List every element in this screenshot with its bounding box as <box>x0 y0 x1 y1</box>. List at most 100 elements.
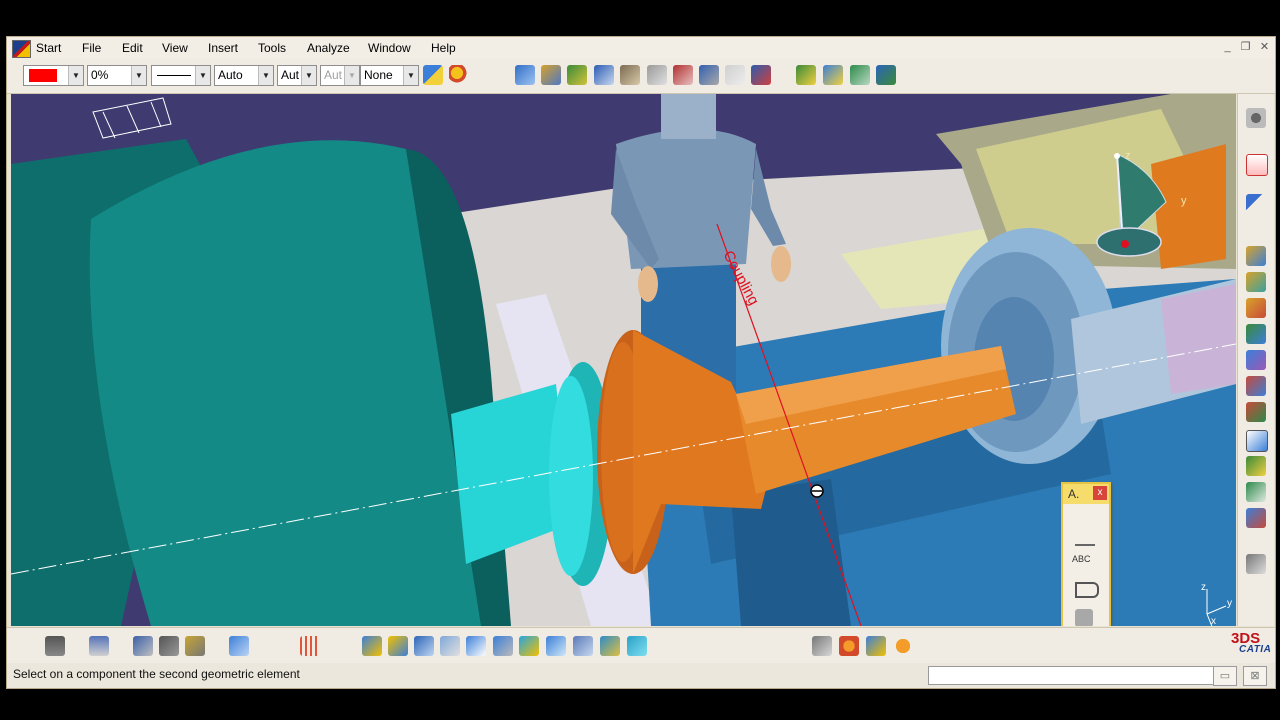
catia-app-icon[interactable] <box>12 40 31 58</box>
3d-viewport[interactable]: Coupling z y z y x A. x ABC <box>11 94 1236 626</box>
hand-annotation-icon[interactable] <box>1075 609 1093 626</box>
line-weight-combo[interactable]: Aut ▼ <box>277 65 317 86</box>
triad-x-label: x <box>1211 616 1216 626</box>
trash-icon[interactable] <box>185 636 205 656</box>
measure-icon[interactable] <box>647 65 667 85</box>
section-icon[interactable] <box>699 65 719 85</box>
menu-tools[interactable]: Tools <box>258 41 286 55</box>
right-shaft-end <box>1161 284 1236 394</box>
sun-light-icon[interactable] <box>839 636 859 656</box>
chevron-down-icon: ▼ <box>131 66 146 85</box>
selection-icon[interactable] <box>725 65 745 85</box>
menu-start[interactable]: Start <box>36 41 61 55</box>
chevron-down-icon: ▼ <box>301 66 316 85</box>
menu-bar: Start File Edit View Insert Tools Analyz… <box>7 37 1275 59</box>
assembly-constraint-icon[interactable] <box>515 65 535 85</box>
isometric-icon[interactable] <box>519 636 539 656</box>
compass-z-label: z <box>1125 150 1131 162</box>
settings-cog-icon[interactable] <box>1246 508 1266 528</box>
normal-view-icon[interactable] <box>414 636 434 656</box>
components-icon[interactable] <box>567 65 587 85</box>
command-execute-button[interactable]: ⊠ <box>1243 666 1267 686</box>
scenes-icon[interactable] <box>876 65 896 85</box>
leader-line-icon[interactable] <box>1075 524 1095 546</box>
menu-edit[interactable]: Edit <box>122 41 143 55</box>
render-style-icon[interactable] <box>546 636 566 656</box>
rotate-icon[interactable] <box>440 636 460 656</box>
flag-icon[interactable] <box>1246 456 1266 476</box>
fill-color-combo[interactable]: ▼ <box>23 65 84 86</box>
explode-icon[interactable] <box>751 65 771 85</box>
multi-instantiation-icon[interactable] <box>1246 402 1266 422</box>
zoom-out-icon[interactable] <box>466 636 486 656</box>
update-icon[interactable] <box>796 65 816 85</box>
cube-view-icon[interactable] <box>493 636 513 656</box>
point-symbol-value: Aut <box>324 68 343 82</box>
layer-value: None <box>364 68 393 82</box>
plane-icon[interactable] <box>229 636 249 656</box>
menu-view[interactable]: View <box>162 41 188 55</box>
clash-icon[interactable] <box>673 65 693 85</box>
zoom-in-icon[interactable] <box>388 636 408 656</box>
gear-offset-icon[interactable] <box>1246 272 1266 292</box>
format-painter-icon[interactable] <box>449 65 469 85</box>
line-type-combo[interactable]: ▼ <box>151 65 211 86</box>
annotation-toolbar: A. x ABC <box>1061 482 1111 626</box>
flag-note-icon[interactable] <box>1075 582 1099 598</box>
annotation-toolbar-titlebar[interactable]: A. x <box>1063 484 1109 504</box>
restore-button[interactable]: ❐ <box>1238 40 1253 54</box>
product-structure-icon[interactable] <box>823 65 843 85</box>
command-input[interactable] <box>928 666 1214 685</box>
hide-show-icon[interactable] <box>573 636 593 656</box>
transparency-combo[interactable]: 0% ▼ <box>87 65 147 86</box>
triad-y-label: y <box>1227 598 1232 609</box>
table-icon[interactable] <box>1246 482 1266 502</box>
save-icon[interactable] <box>159 636 179 656</box>
minimize-button[interactable]: _ <box>1220 40 1235 54</box>
menu-help[interactable]: Help <box>431 41 456 55</box>
catia-logo: 3DS CATIA <box>1229 630 1272 660</box>
camera-icon[interactable] <box>45 636 65 656</box>
gear-constraint-icon[interactable] <box>1246 246 1266 266</box>
print-icon[interactable] <box>89 636 109 656</box>
line-weight-value: Aut <box>281 68 300 82</box>
transparency-value: 0% <box>91 68 109 82</box>
catia-window: Start File Edit View Insert Tools Analyz… <box>6 36 1276 689</box>
arrow-toggle-icon[interactable] <box>1246 554 1266 574</box>
settings-gear-icon[interactable] <box>1246 108 1266 128</box>
status-message: Select on a component the second geometr… <box>13 667 300 681</box>
reuse-pattern-icon[interactable] <box>1246 376 1266 396</box>
menu-insert[interactable]: Insert <box>208 41 238 55</box>
pdf-export-icon[interactable] <box>1246 154 1268 176</box>
spot-light-icon[interactable] <box>893 636 913 656</box>
menu-window[interactable]: Window <box>368 41 411 55</box>
annotation-text-icon[interactable] <box>1246 430 1268 452</box>
gear-angle-icon[interactable] <box>1246 298 1266 318</box>
swap-icon[interactable] <box>600 636 620 656</box>
menu-analyze[interactable]: Analyze <box>307 41 350 55</box>
ambient-light-icon[interactable] <box>866 636 886 656</box>
fit-all-icon[interactable] <box>133 636 153 656</box>
manipulation-icon[interactable] <box>594 65 614 85</box>
catia-wordmark: CATIA <box>1239 644 1272 655</box>
layer-combo[interactable]: None ▼ <box>360 65 419 86</box>
snap-icon[interactable] <box>620 65 640 85</box>
fill-color-swatch <box>29 69 57 82</box>
line-thickness-value: Auto <box>218 68 243 82</box>
line-thickness-combo[interactable]: Auto ▼ <box>214 65 274 86</box>
replace-component-icon[interactable] <box>1246 350 1266 370</box>
pan-icon[interactable] <box>362 636 382 656</box>
grid-icon[interactable] <box>300 636 320 656</box>
catalog-icon[interactable] <box>850 65 870 85</box>
close-button[interactable]: ✕ <box>1257 40 1272 54</box>
text-abc-icon[interactable]: ABC <box>1072 554 1091 564</box>
paint-brush-icon[interactable] <box>423 65 443 85</box>
compass-icon[interactable] <box>627 636 647 656</box>
select-arrow-icon[interactable] <box>1246 194 1266 214</box>
product-icon[interactable] <box>541 65 561 85</box>
command-clear-button[interactable]: ▭ <box>1213 666 1237 686</box>
insert-component-icon[interactable] <box>1246 324 1266 344</box>
menu-file[interactable]: File <box>82 41 101 55</box>
light-icon[interactable] <box>812 636 832 656</box>
annotation-toolbar-close-button[interactable]: x <box>1093 486 1107 500</box>
